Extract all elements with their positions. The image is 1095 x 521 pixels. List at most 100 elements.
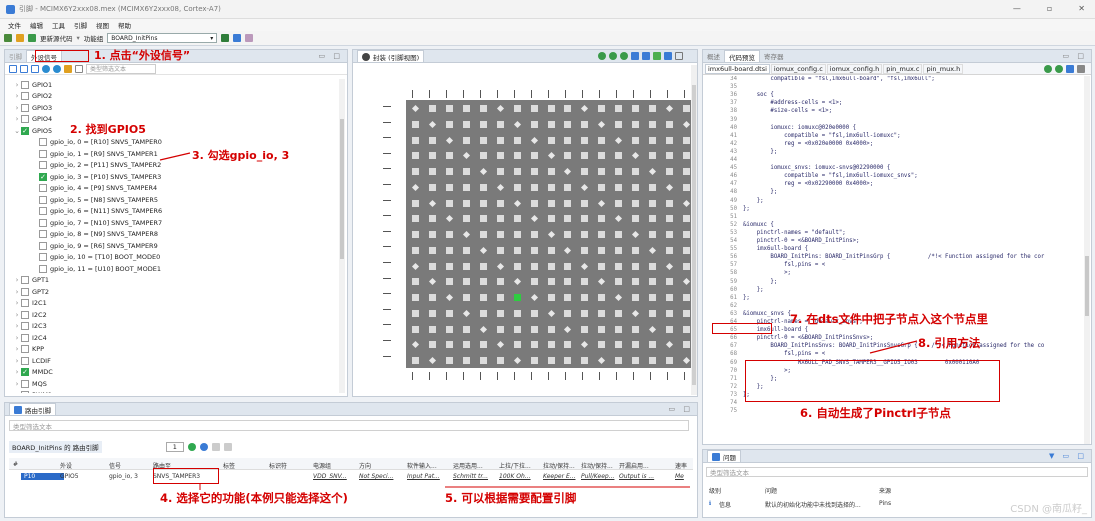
pin[interactable]: [683, 136, 691, 144]
pin[interactable]: [581, 246, 589, 254]
pin[interactable]: [615, 105, 623, 112]
pin[interactable]: [411, 183, 420, 191]
pin[interactable]: [547, 215, 555, 223]
chevron-right-icon[interactable]: ›: [13, 288, 21, 296]
chevron-down-icon[interactable]: ⌄: [13, 127, 21, 135]
pin[interactable]: [615, 136, 623, 144]
pin[interactable]: [547, 294, 555, 302]
pin[interactable]: [649, 325, 657, 333]
pin[interactable]: [462, 136, 470, 144]
pin[interactable]: [496, 278, 504, 286]
pin[interactable]: [462, 183, 470, 191]
gear-icon[interactable]: [664, 52, 672, 60]
forward-icon[interactable]: [53, 64, 61, 73]
pin[interactable]: [496, 246, 504, 254]
chevron-right-icon[interactable]: ›: [13, 334, 21, 342]
remove-row-icon[interactable]: [199, 443, 208, 451]
pin[interactable]: [615, 246, 623, 254]
pin[interactable]: [412, 120, 419, 128]
pin[interactable]: [564, 231, 572, 239]
pin[interactable]: [547, 325, 555, 333]
pin[interactable]: [496, 168, 504, 176]
tab-package[interactable]: 封装 (引脚视图): [357, 50, 425, 62]
pin[interactable]: [581, 183, 589, 191]
pin[interactable]: [632, 357, 640, 365]
pin[interactable]: [428, 278, 436, 286]
pin[interactable]: [581, 231, 589, 239]
file-tab-pinmux-c[interactable]: pin_mux.c: [883, 63, 923, 74]
pin[interactable]: [649, 183, 657, 191]
pin[interactable]: [513, 231, 521, 239]
menu-help[interactable]: 帮助: [118, 20, 131, 30]
pin[interactable]: [530, 309, 538, 317]
pin[interactable]: [428, 120, 436, 128]
tree-checkbox[interactable]: [21, 356, 29, 365]
pin[interactable]: [581, 341, 589, 349]
pin[interactable]: [479, 262, 487, 270]
pin[interactable]: [428, 357, 436, 365]
tree-checkbox[interactable]: ✓: [21, 126, 29, 135]
pin[interactable]: [513, 183, 521, 191]
menu-edit[interactable]: 编辑: [30, 20, 43, 30]
home-icon[interactable]: [4, 34, 12, 42]
routing-count[interactable]: 1: [165, 442, 184, 452]
file-tab-dtsi[interactable]: imx6ull-board.dtsi: [705, 63, 770, 74]
pin[interactable]: [649, 231, 657, 239]
chevron-right-icon[interactable]: ›: [13, 92, 21, 100]
menu-file[interactable]: 文件: [8, 20, 21, 30]
pin[interactable]: [479, 231, 487, 239]
tree-checkbox[interactable]: [39, 218, 47, 227]
tree-item[interactable]: gpio_io, 11 = [U10] BOOT_MODE1: [9, 263, 161, 275]
pin[interactable]: [632, 341, 640, 349]
pin[interactable]: [496, 325, 504, 333]
pin[interactable]: [445, 136, 453, 144]
problems-filter-input[interactable]: 类型筛选文本: [706, 467, 1088, 477]
pin[interactable]: [547, 357, 555, 365]
pin[interactable]: [479, 341, 487, 349]
tree-item[interactable]: gpio_io, 7 = [N10] SNVS_TAMPER7: [9, 217, 162, 229]
tree-item[interactable]: › MQS: [9, 378, 47, 390]
tree-item[interactable]: › I2C2: [9, 309, 47, 321]
pin[interactable]: [683, 168, 691, 176]
tree-item[interactable]: ✓ gpio_io, 3 = [P10] SNVS_TAMPER3: [9, 171, 161, 183]
column-header[interactable]: 外设: [60, 461, 105, 470]
chevron-right-icon[interactable]: ›: [13, 276, 21, 284]
pin[interactable]: [412, 199, 419, 207]
pin[interactable]: [683, 231, 691, 239]
pin[interactable]: [564, 278, 572, 286]
tree-checkbox[interactable]: [39, 149, 47, 158]
tree-item[interactable]: › GPIO4: [9, 114, 52, 126]
tree-checkbox[interactable]: [21, 333, 29, 342]
copy-icon[interactable]: [1066, 64, 1074, 73]
pin[interactable]: [649, 152, 657, 160]
pin[interactable]: [462, 105, 470, 112]
column-header[interactable]: 方向: [359, 461, 403, 470]
pin[interactable]: [547, 168, 555, 176]
pin[interactable]: [666, 278, 674, 286]
pin[interactable]: [598, 120, 606, 128]
pin[interactable]: [615, 168, 623, 176]
pin[interactable]: [445, 262, 453, 270]
sort-icon[interactable]: [1077, 64, 1085, 73]
chevron-right-icon[interactable]: ›: [13, 368, 21, 376]
tree-item[interactable]: › LCDIF: [9, 355, 51, 367]
pin[interactable]: [632, 136, 640, 144]
pin[interactable]: [462, 357, 470, 365]
back-icon[interactable]: [42, 64, 50, 73]
tree-checkbox[interactable]: [21, 391, 29, 393]
pin[interactable]: [666, 325, 674, 333]
pin[interactable]: [462, 246, 470, 254]
table-cell[interactable]: Input Pat...: [407, 473, 449, 480]
pin[interactable]: [581, 357, 589, 365]
package-scrollbar[interactable]: [691, 65, 697, 395]
pin[interactable]: [581, 325, 589, 333]
chevron-right-icon[interactable]: ›: [13, 299, 21, 307]
pin[interactable]: [598, 136, 606, 144]
tree-checkbox[interactable]: [21, 322, 29, 331]
pin[interactable]: [598, 183, 606, 191]
pin[interactable]: [462, 341, 470, 349]
flag-icon[interactable]: [221, 34, 230, 42]
routing-filter-input[interactable]: 类型筛选文本: [9, 420, 689, 431]
pin[interactable]: [649, 262, 657, 270]
left-scrollbar[interactable]: [339, 79, 345, 393]
